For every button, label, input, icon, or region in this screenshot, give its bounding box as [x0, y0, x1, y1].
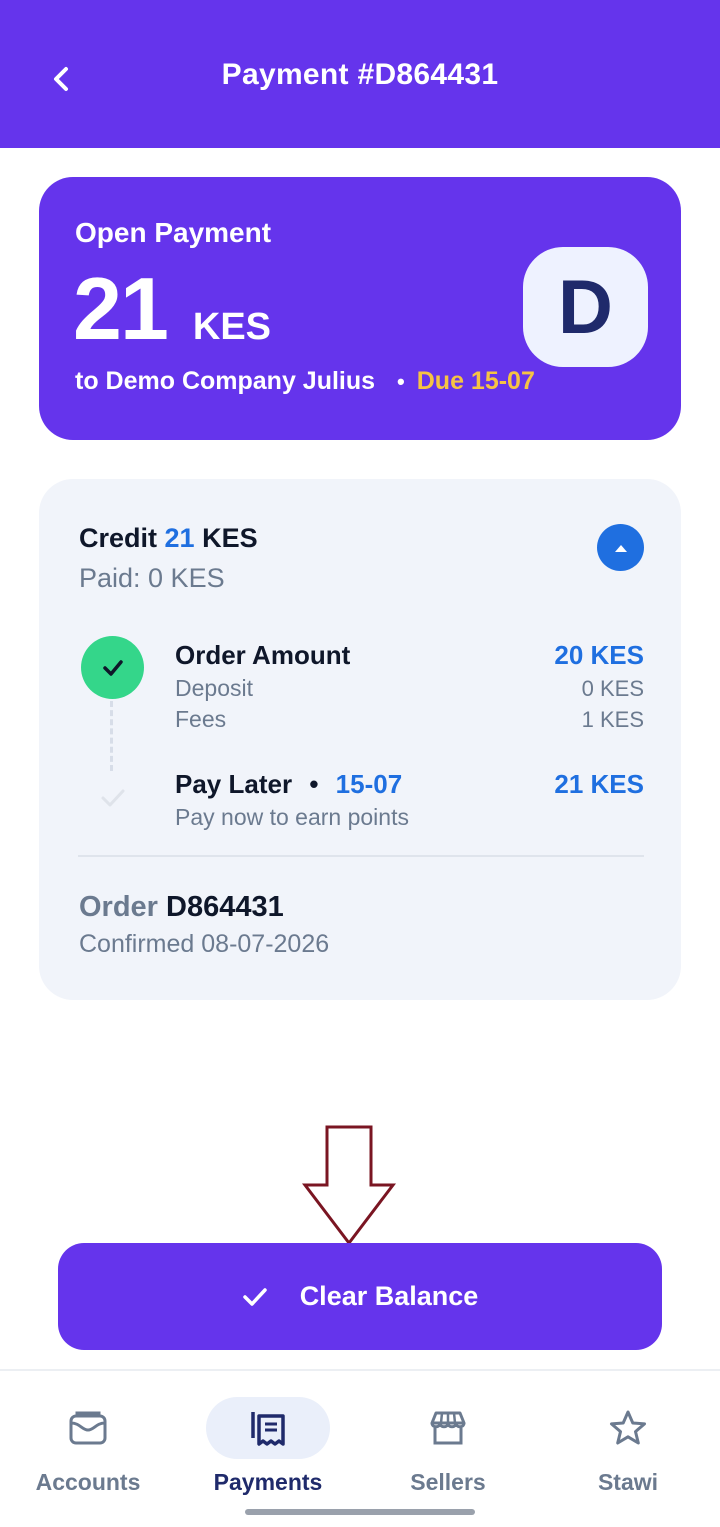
separator-dot: •	[309, 769, 319, 799]
nav-label: Stawi	[597, 1469, 659, 1495]
down-arrow-annotation-icon	[301, 1125, 397, 1246]
credit-total: Credit 21 KES	[79, 523, 258, 554]
step-pending-icon	[97, 782, 129, 814]
pay-later-note: Pay now to earn points	[175, 804, 409, 830]
wallet-icon	[69, 1411, 107, 1445]
order-amount-value: 20 KES	[554, 640, 644, 670]
pay-later-value: 21 KES	[554, 769, 644, 799]
credit-amount: 21	[164, 523, 195, 553]
paid-amount: Paid: 0 KES	[79, 563, 225, 593]
store-icon	[430, 1411, 466, 1445]
step-complete-icon	[81, 636, 144, 699]
recipient-text: to Demo Company Julius	[75, 367, 376, 395]
collapse-button[interactable]	[597, 524, 644, 571]
pay-later-row: Pay Later • 15-07	[175, 769, 402, 800]
credit-details-card: Credit 21 KES Paid: 0 KES Order Amount 2…	[39, 479, 681, 1000]
check-icon	[242, 1286, 268, 1308]
timeline-connector	[110, 701, 113, 771]
nav-item-accounts[interactable]: Accounts	[0, 1397, 178, 1496]
nav-item-stawi[interactable]: Stawi	[538, 1397, 718, 1496]
clear-balance-label: Clear Balance	[299, 1281, 479, 1311]
recipient-row: to Demo Company Julius • Due 15-07	[75, 367, 535, 396]
bottom-navigation: Accounts Payments Sellers Stawi	[0, 1369, 720, 1527]
due-date: Due 15-07	[416, 367, 535, 395]
amount-value: 21	[73, 259, 169, 358]
divider	[78, 855, 644, 857]
home-indicator	[245, 1509, 475, 1515]
nav-icon-container	[566, 1397, 690, 1459]
caret-up-icon	[614, 544, 627, 552]
nav-label: Sellers	[410, 1469, 486, 1495]
nav-label: Payments	[213, 1469, 323, 1495]
separator-dot: •	[397, 368, 405, 394]
seller-avatar: D	[523, 247, 648, 367]
order-label: Order	[79, 891, 158, 923]
amount-currency: KES	[192, 306, 272, 348]
nav-icon-container	[206, 1397, 330, 1459]
fees-label: Fees	[175, 706, 227, 732]
confirmed-date: Confirmed 08-07-2026	[79, 930, 330, 958]
clear-balance-button[interactable]: Clear Balance	[58, 1243, 662, 1350]
amount-row: 21 KES	[73, 265, 271, 353]
credit-currency: KES	[202, 523, 258, 553]
check-icon	[101, 789, 125, 807]
top-app-bar: Payment #D864431	[0, 0, 720, 148]
star-icon	[610, 1410, 646, 1445]
payment-status-label: Open Payment	[75, 217, 272, 248]
nav-item-sellers[interactable]: Sellers	[358, 1397, 538, 1496]
nav-item-payments[interactable]: Payments	[178, 1397, 358, 1496]
order-id: D864431	[166, 891, 284, 923]
order-amount-label: Order Amount	[175, 640, 351, 670]
nav-icon-container	[386, 1397, 510, 1459]
receipt-icon	[251, 1412, 285, 1446]
page-title: Payment #D864431	[221, 58, 499, 91]
deposit-label: Deposit	[175, 675, 253, 701]
pay-later-date: 15-07	[335, 769, 403, 799]
fees-value: 1 KES	[581, 707, 644, 732]
credit-label: Credit	[79, 523, 158, 553]
check-icon	[102, 659, 123, 676]
nav-icon-container	[26, 1397, 150, 1459]
deposit-value: 0 KES	[581, 676, 644, 701]
payment-summary-card: Open Payment 21 KES to Demo Company Juli…	[39, 177, 681, 440]
order-reference: Order D864431	[79, 891, 284, 924]
nav-label: Accounts	[35, 1469, 141, 1495]
pay-later-label: Pay Later	[175, 769, 293, 799]
